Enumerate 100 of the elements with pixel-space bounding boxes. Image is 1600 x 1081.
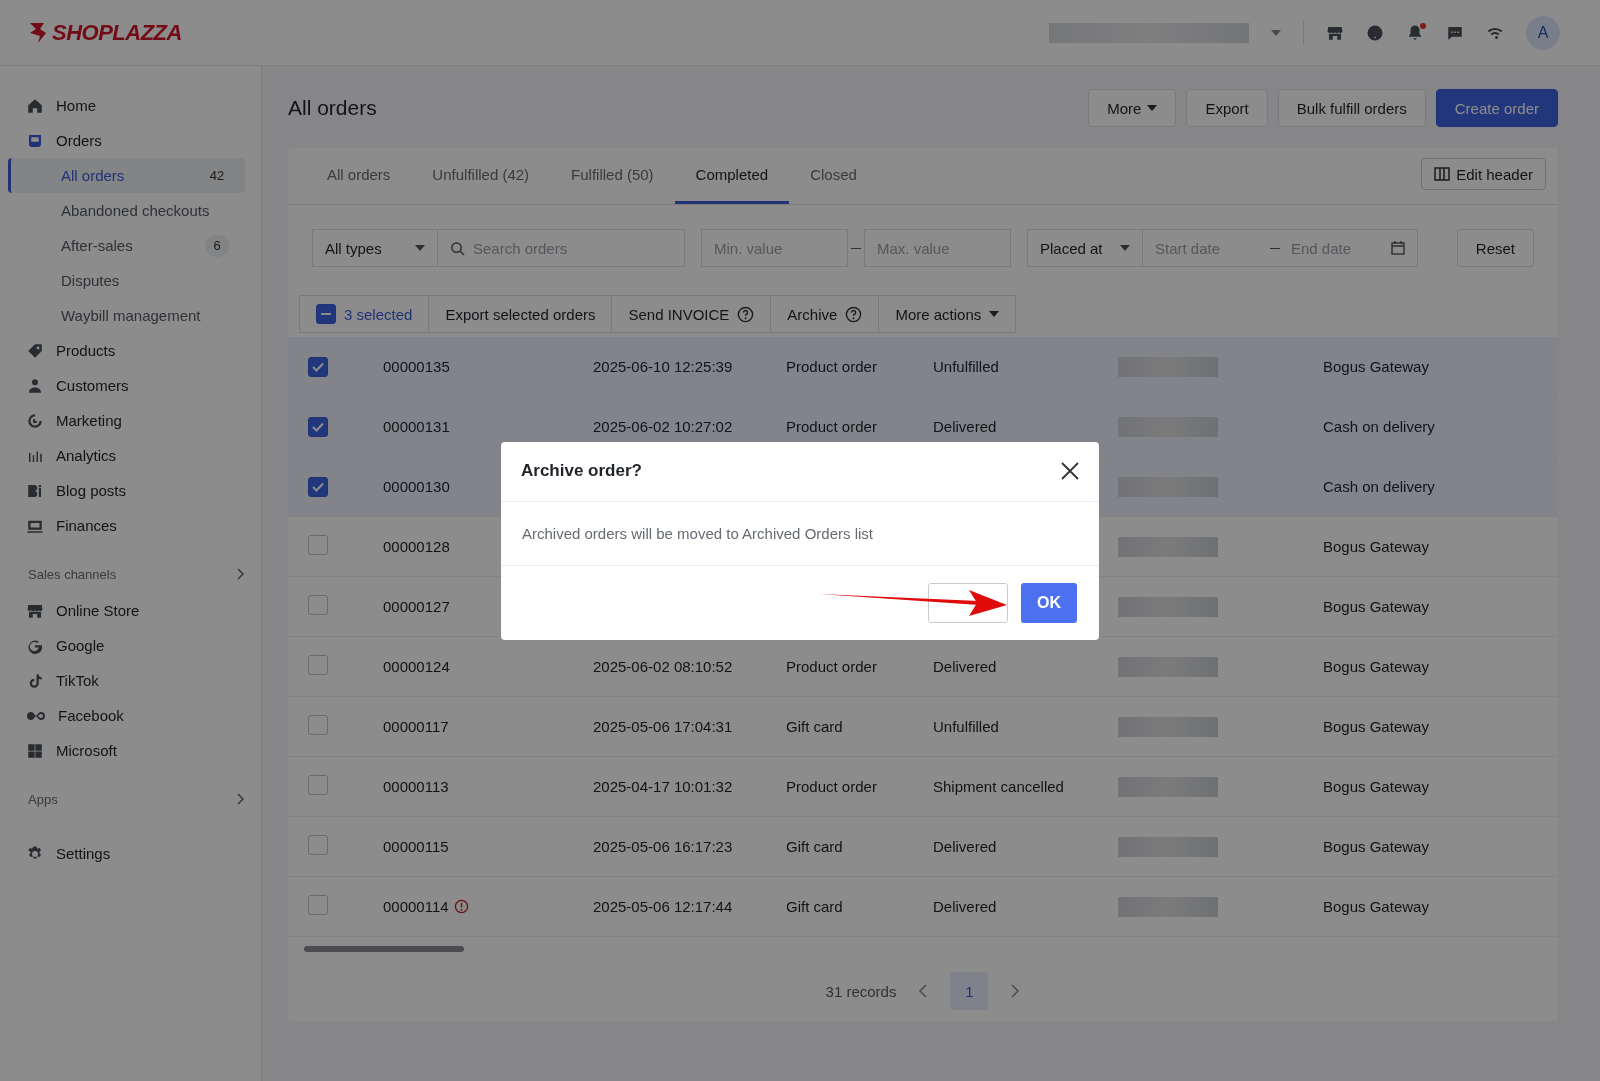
tab[interactable]: All orders — [306, 148, 412, 204]
sidebar-item[interactable]: Products — [0, 333, 245, 368]
payment-cell-text: Bogus Gateway — [1322, 778, 1430, 795]
action-button[interactable]: Bulk fulfill orders — [1277, 89, 1426, 127]
payment-cell-text: Bogus Gateway — [1322, 538, 1430, 555]
sidebar-item[interactable]: Settings — [0, 836, 245, 871]
records-count: 31 records — [825, 982, 897, 1000]
action-button[interactable]: More — [1088, 89, 1177, 127]
caret-icon — [989, 311, 1000, 317]
type-cell-text: Product order — [786, 358, 878, 375]
sidebar-item[interactable]: Google — [0, 628, 245, 663]
chevron-right-icon[interactable] — [235, 793, 245, 805]
subitem-label: Waybill management — [61, 307, 201, 324]
sidebar-item[interactable]: Home — [0, 88, 245, 123]
type-cell-text: Product order — [786, 658, 878, 675]
order-number[interactable]: 00000114 — [383, 898, 449, 915]
tab[interactable]: Unfulfilled (42) — [411, 148, 551, 204]
order-number[interactable]: 00000113 — [383, 778, 449, 795]
payment-cell-text: Bogus Gateway — [1322, 598, 1430, 615]
type-cell-text: Gift card — [786, 898, 844, 915]
avatar[interactable]: A — [1526, 15, 1560, 50]
order-number[interactable]: 00000117 — [383, 718, 449, 735]
row-checkbox[interactable] — [308, 535, 328, 555]
caret-icon — [1271, 29, 1281, 36]
status-cell-text: Delivered — [933, 838, 998, 855]
date-cell-text: 2025-06-02 08:10:52 — [593, 658, 734, 675]
check-icon — [312, 481, 324, 492]
order-number[interactable]: 00000124 — [383, 658, 450, 675]
sidebar-item[interactable]: TikTok — [0, 663, 245, 698]
payment-cell-text: Bogus Gateway — [1322, 838, 1430, 855]
caret-icon — [1120, 245, 1130, 251]
date-type-select[interactable]: Placed at — [1027, 229, 1143, 267]
select-all-checkbox[interactable] — [316, 304, 336, 324]
row-checkbox[interactable] — [308, 595, 328, 615]
subitem-label: After-sales — [61, 237, 133, 254]
row-checkbox[interactable] — [308, 356, 328, 377]
bulk-action[interactable]: Archive — [770, 295, 880, 333]
row-checkbox[interactable] — [308, 835, 328, 855]
edit-header-button[interactable]: Edit header — [1421, 158, 1546, 190]
status-cell-text: Delivered — [933, 418, 998, 435]
action-button[interactable]: Export — [1186, 89, 1268, 127]
action-button[interactable]: Create order — [1435, 89, 1558, 127]
order-number[interactable]: 00000115 — [383, 838, 449, 855]
row-checkbox[interactable] — [308, 655, 328, 675]
type-cell-text: Gift card — [786, 718, 844, 735]
date-cell-text: 2025-05-06 16:17:23 — [593, 838, 734, 855]
date-cell-text: 2025-05-06 12:17:44 — [593, 898, 734, 915]
logo-text: SHOPLAZZA — [52, 19, 182, 46]
status-cell-text: Unfulfilled — [933, 358, 1000, 375]
chevron-left-icon[interactable] — [918, 984, 929, 998]
date-cell-text: 2025-06-02 10:27:02 — [593, 418, 734, 435]
bulk-action[interactable]: Export selected orders — [428, 295, 613, 333]
reset-button[interactable]: Reset — [1456, 229, 1534, 267]
chevron-right-icon[interactable] — [235, 568, 245, 580]
status-cell-text: Delivered — [933, 898, 998, 915]
tab[interactable]: Completed — [674, 148, 790, 204]
store-selector[interactable] — [1049, 22, 1249, 43]
row-checkbox[interactable] — [308, 715, 328, 735]
order-number[interactable]: 00000131 — [383, 418, 450, 435]
bulk-action[interactable]: Send INVOICE — [611, 295, 772, 333]
status-cell-text: Unfulfilled — [933, 718, 1000, 735]
subitem-label: All orders — [61, 167, 125, 184]
page-button[interactable]: 1 — [950, 972, 989, 1010]
type-cell-text: Product order — [786, 778, 878, 795]
sidebar-item[interactable]: Finances — [0, 508, 245, 543]
columns-icon — [1434, 167, 1451, 181]
sidebar-subitem[interactable]: All orders 42 — [8, 158, 245, 193]
order-number[interactable]: 00000128 — [383, 538, 450, 555]
tab[interactable]: Closed — [789, 148, 878, 204]
status-cell-text: Delivered — [933, 658, 998, 675]
order-number[interactable]: 00000130 — [383, 478, 450, 495]
row-checkbox[interactable] — [308, 416, 328, 437]
payment-cell-text: Cash on delivery — [1322, 418, 1436, 435]
sidebar-subitem[interactable]: Waybill management — [8, 298, 245, 333]
sidebar-item[interactable]: Customers — [0, 368, 245, 403]
bulk-action[interactable]: More actions — [878, 295, 1017, 333]
order-number[interactable]: 00000127 — [383, 598, 450, 615]
sidebar-subitem[interactable]: Disputes — [8, 263, 245, 298]
sidebar-subitem[interactable]: Abandoned checkouts — [8, 193, 245, 228]
sidebar-item[interactable]: Marketing — [0, 403, 245, 438]
payment-cell-text: Bogus Gateway — [1322, 718, 1430, 735]
date-cell-text: 2025-04-17 10:01:32 — [593, 778, 734, 795]
sidebar-subitem[interactable]: After-sales 6 — [8, 228, 245, 263]
close-icon[interactable] — [1061, 462, 1079, 480]
selection-count[interactable]: 3 selected — [299, 295, 430, 333]
tab[interactable]: Fulfilled (50) — [550, 148, 675, 204]
ok-button[interactable]: OK — [1021, 582, 1077, 623]
chevron-right-icon[interactable] — [1010, 984, 1021, 998]
sidebar-item[interactable]: Facebook — [0, 698, 245, 733]
row-checkbox[interactable] — [308, 775, 328, 795]
sidebar-item[interactable]: Orders — [0, 123, 245, 158]
row-checkbox[interactable] — [308, 895, 328, 915]
row-checkbox[interactable] — [308, 476, 328, 497]
check-icon — [312, 361, 324, 372]
sidebar-item[interactable]: Online Store — [0, 593, 245, 628]
sidebar-item[interactable]: Analytics — [0, 438, 245, 473]
type-select[interactable]: All types — [312, 229, 438, 267]
sidebar-item[interactable]: Blog posts — [0, 473, 245, 508]
order-number[interactable]: 00000135 — [383, 358, 450, 375]
sidebar-item[interactable]: Microsoft — [0, 733, 245, 768]
